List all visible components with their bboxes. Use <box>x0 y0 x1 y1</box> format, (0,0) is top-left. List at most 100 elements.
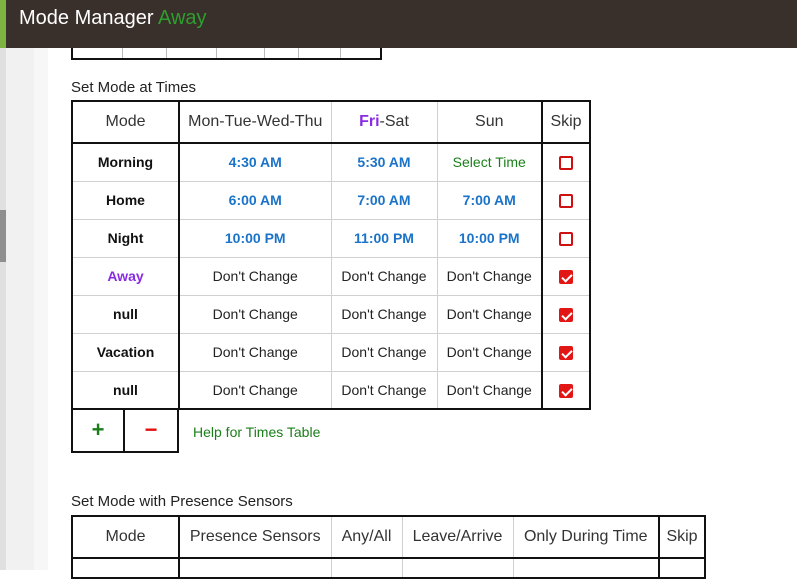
skip-cell <box>541 370 591 410</box>
sun-time-cell[interactable]: 10:00 PM <box>436 218 543 258</box>
skip-cell <box>541 332 591 372</box>
fri-sat-time-cell[interactable]: Don't Change <box>330 294 438 334</box>
skip-checkbox[interactable] <box>559 156 573 171</box>
sun-time-cell[interactable]: Don't Change <box>436 332 543 372</box>
mode-cell-text: null <box>113 306 138 322</box>
col-header-any-all: Any/All <box>330 515 403 559</box>
times-section-title: Set Mode at Times <box>71 79 197 96</box>
weekdays-time-cell[interactable]: 6:00 AM <box>178 180 332 220</box>
weekdays-time-cell[interactable]: 10:00 PM <box>178 218 332 258</box>
fri-sat-time-cell-text: Don't Change <box>341 381 427 398</box>
left-gutter <box>6 48 34 570</box>
fri-sat-time-cell-text: Don't Change <box>341 268 427 284</box>
table-row: Vacation Don't Change Don't Change Don't Ch… <box>71 332 591 372</box>
skip-checkbox[interactable] <box>559 194 573 209</box>
table-cell[interactable] <box>178 557 332 579</box>
weekdays-time-cell[interactable]: Don't Change <box>178 294 332 334</box>
sun-time-cell-text: 10:00 PM <box>458 230 520 246</box>
col-header-presence-sensors: Presence Sensors <box>178 515 332 559</box>
fri-sat-time-cell[interactable]: Don't Change <box>330 370 438 410</box>
col-header-sun: Sun <box>436 100 543 144</box>
skip-checkbox[interactable] <box>559 232 573 247</box>
row-buttons: + − <box>71 409 179 453</box>
table-cell <box>73 48 123 58</box>
table-row: Night 10:00 PM 11:00 PM 10:00 PM <box>71 218 591 258</box>
table-header-row: Mode Mon-Tue-Wed-Thu Fri-Sat Sun Skip <box>71 100 591 144</box>
mode-cell[interactable]: Night <box>71 218 180 258</box>
fri-sat-time-cell[interactable]: Don't Change <box>330 256 438 296</box>
table-cell[interactable] <box>658 557 706 579</box>
app-title: Mode Manager <box>19 7 154 29</box>
fri-sat-time-cell-text: 5:30 AM <box>357 154 411 171</box>
skip-cell <box>541 218 591 258</box>
presence-section-title: Set Mode with Presence Sensors <box>71 493 293 510</box>
table-row: Morning 4:30 AM 5:30 AM Select Time <box>71 142 591 182</box>
presence-table: Mode Presence Sensors Any/All Leave/Arri… <box>71 515 706 579</box>
mode-cell-text: Home <box>106 192 145 208</box>
weekdays-time-cell[interactable]: Don't Change <box>178 256 332 296</box>
table-cell[interactable] <box>401 557 514 579</box>
fri-sat-time-cell-text: Don't Change <box>341 306 427 322</box>
sun-time-cell-text: 7:00 AM <box>462 192 516 208</box>
table-cell <box>299 48 341 58</box>
add-row-button[interactable]: + <box>73 409 126 451</box>
mode-cell[interactable]: Vacation <box>71 332 180 372</box>
fri-sat-time-cell-text: 11:00 PM <box>354 230 414 246</box>
sun-time-cell[interactable]: Don't Change <box>436 256 543 296</box>
weekdays-time-cell-text: Don't Change <box>212 381 298 398</box>
times-table: Mode Mon-Tue-Wed-Thu Fri-Sat Sun Skip Mo… <box>71 100 591 410</box>
sun-time-cell[interactable]: Don't Change <box>436 370 543 410</box>
sun-time-cell-text: Don't Change <box>446 306 532 322</box>
col-header-weekdays: Mon-Tue-Wed-Thu <box>178 100 332 144</box>
mode-cell-text: Away <box>107 268 144 284</box>
weekdays-time-cell-text: 6:00 AM <box>228 192 282 208</box>
current-mode-status: Away <box>157 7 207 29</box>
table-cell[interactable] <box>71 557 180 579</box>
mode-cell[interactable]: Away <box>71 256 180 296</box>
sun-time-cell[interactable]: Select Time <box>436 142 543 182</box>
fri-label: Fri <box>359 113 380 130</box>
weekdays-time-cell-text: 4:30 AM <box>228 154 282 171</box>
skip-checkbox[interactable] <box>559 346 573 361</box>
table-header-row: Mode Presence Sensors Any/All Leave/Arri… <box>71 515 706 559</box>
weekdays-time-cell[interactable]: Don't Change <box>178 332 332 372</box>
fri-sat-time-cell-text: Don't Change <box>341 344 427 360</box>
fri-sat-time-cell[interactable]: 5:30 AM <box>330 142 438 182</box>
skip-cell <box>541 256 591 296</box>
mode-cell[interactable]: null <box>71 294 180 334</box>
weekdays-time-cell-text: Don't Change <box>212 344 298 360</box>
table-cell <box>341 48 380 58</box>
col-header-only-during-time: Only During Time <box>512 515 660 559</box>
col-header-fri-sat: Fri-Sat <box>330 100 438 144</box>
header-accent-bar <box>0 0 6 48</box>
mode-cell[interactable]: Home <box>71 180 180 220</box>
table-cell <box>123 48 167 58</box>
weekdays-time-cell[interactable]: 4:30 AM <box>178 142 332 182</box>
fri-sat-time-cell[interactable]: 7:00 AM <box>330 180 438 220</box>
weekdays-time-cell-text: Don't Change <box>212 306 298 322</box>
skip-cell <box>541 294 591 334</box>
table-cell[interactable] <box>330 557 403 579</box>
help-times-table-link[interactable]: Help for Times Table <box>193 424 320 440</box>
mode-cell[interactable]: null <box>71 370 180 410</box>
skip-checkbox[interactable] <box>559 270 573 285</box>
sun-time-cell-text: Select Time <box>452 154 526 171</box>
sun-time-cell[interactable]: 7:00 AM <box>436 180 543 220</box>
col-header-mode: Mode <box>71 515 180 559</box>
fri-sat-time-cell[interactable]: Don't Change <box>330 332 438 372</box>
mode-cell[interactable]: Morning <box>71 142 180 182</box>
col-header-leave-arrive: Leave/Arrive <box>401 515 514 559</box>
weekdays-time-cell[interactable]: Don't Change <box>178 370 332 410</box>
table-cell <box>217 48 265 58</box>
skip-checkbox[interactable] <box>559 308 573 323</box>
table-cell <box>265 48 299 58</box>
remove-row-button[interactable]: − <box>125 409 177 451</box>
table-cell[interactable] <box>512 557 660 579</box>
mode-cell-text: null <box>113 381 138 398</box>
sun-time-cell-text: Don't Change <box>446 344 532 360</box>
skip-checkbox[interactable] <box>559 383 573 398</box>
skip-cell <box>541 142 591 182</box>
skip-cell <box>541 180 591 220</box>
fri-sat-time-cell[interactable]: 11:00 PM <box>330 218 438 258</box>
sun-time-cell[interactable]: Don't Change <box>436 294 543 334</box>
